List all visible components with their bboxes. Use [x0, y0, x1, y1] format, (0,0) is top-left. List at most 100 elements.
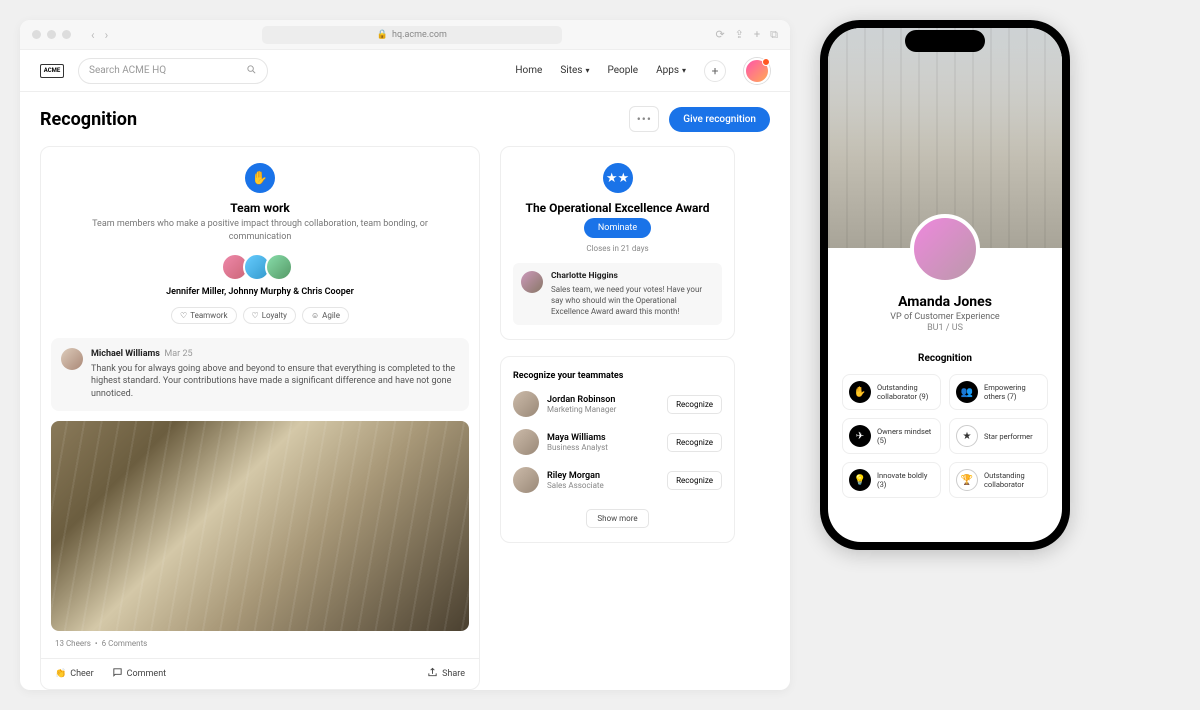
teamwork-badge-icon: ✋ — [245, 163, 275, 193]
profile-title: VP of Customer Experience — [842, 312, 1048, 322]
badge-item[interactable]: ✈Owners mindset (5) — [842, 418, 941, 454]
browser-window: ‹ › 🔒 hq.acme.com ⟳ ⇪ + ⧉ ACME Search AC… — [20, 20, 790, 690]
hand-icon: ✋ — [849, 381, 871, 403]
badge-item[interactable]: ✋Outstanding collaborator (9) — [842, 374, 941, 410]
minimize-light[interactable] — [47, 30, 56, 39]
forward-icon[interactable]: › — [105, 28, 109, 42]
more-button[interactable]: ••• — [629, 106, 659, 132]
cheers-count[interactable]: 13 Cheers — [55, 639, 91, 648]
nav-arrows: ‹ › — [91, 28, 108, 42]
chevron-down-icon: ▾ — [585, 66, 589, 75]
phone-screen: Amanda Jones VP of Customer Experience B… — [828, 28, 1062, 542]
quote-author[interactable]: Charlotte Higgins — [551, 271, 714, 283]
post-image[interactable] — [51, 421, 469, 631]
logo[interactable]: ACME — [40, 64, 64, 78]
page-body: Recognition ••• Give recognition ✋ Team … — [20, 92, 790, 690]
award-title: The Operational Excellence Award — [513, 201, 722, 215]
nav-sites[interactable]: Sites▾ — [560, 65, 589, 76]
give-recognition-button[interactable]: Give recognition — [669, 107, 770, 132]
commenter-name[interactable]: Michael Williams — [91, 349, 160, 359]
phone-mockup: Amanda Jones VP of Customer Experience B… — [820, 20, 1070, 550]
recognition-post-card: ✋ Team work Team members who make a posi… — [40, 146, 480, 690]
profile-meta: BU1 / US — [842, 323, 1048, 333]
recognize-button[interactable]: Recognize — [667, 395, 722, 414]
badge-item[interactable]: ★Star performer — [949, 418, 1048, 454]
recognize-button[interactable]: Recognize — [667, 433, 722, 452]
columns: ✋ Team work Team members who make a posi… — [40, 146, 770, 690]
share-button[interactable]: Share — [427, 667, 465, 681]
post-badge-desc: Team members who make a positive impact … — [61, 218, 459, 243]
quote-avatar[interactable] — [521, 271, 543, 293]
teammate-name[interactable]: Maya Williams — [547, 433, 659, 443]
smile-icon: ☺ — [311, 311, 319, 320]
teammate-name[interactable]: Jordan Robinson — [547, 395, 659, 405]
nominate-button[interactable]: Nominate — [584, 218, 651, 238]
teammate-row: Jordan Robinson Marketing Manager Recogn… — [513, 391, 722, 417]
profile-name: Amanda Jones — [842, 294, 1048, 310]
nav-home[interactable]: Home — [515, 65, 542, 76]
traffic-lights — [32, 30, 71, 39]
url-text: hq.acme.com — [392, 30, 447, 40]
chrome-controls: ⟳ ⇪ + ⧉ — [715, 28, 778, 42]
teammate-name[interactable]: Riley Morgan — [547, 471, 659, 481]
nav-people[interactable]: People — [607, 65, 638, 76]
comments-count[interactable]: 6 Comments — [102, 639, 148, 648]
profile-avatar[interactable] — [744, 58, 770, 84]
chevron-down-icon: ▾ — [682, 66, 686, 75]
search-placeholder: Search ACME HQ — [89, 65, 166, 76]
share-icon[interactable]: ⇪ — [735, 28, 744, 42]
page-title: Recognition — [40, 109, 629, 130]
cheer-icon: 👏 — [55, 669, 66, 679]
award-card: ★★ The Operational Excellence Award Nomi… — [500, 146, 735, 340]
phone-section-title: Recognition — [842, 353, 1048, 364]
close-light[interactable] — [32, 30, 41, 39]
search-icon — [246, 64, 257, 78]
comment-date: Mar 25 — [164, 349, 192, 359]
main-column: ✋ Team work Team members who make a posi… — [40, 146, 480, 690]
comment-button[interactable]: Comment — [112, 667, 166, 681]
badge-item[interactable]: 🏆Outstanding collaborator — [949, 462, 1048, 498]
commenter-avatar[interactable] — [61, 348, 83, 370]
back-icon[interactable]: ‹ — [91, 28, 95, 42]
heart-icon: ♡ — [252, 311, 259, 320]
add-button[interactable]: + — [704, 60, 726, 82]
comment-text: Thank you for always going above and bey… — [91, 364, 455, 399]
avatar[interactable] — [513, 467, 539, 493]
avatar[interactable] — [513, 391, 539, 417]
profile-avatar[interactable] — [910, 214, 980, 284]
tag-teamwork[interactable]: ♡Teamwork — [171, 307, 237, 324]
nav-apps[interactable]: Apps▾ — [656, 65, 686, 76]
phone-notch — [905, 30, 985, 52]
cheer-button[interactable]: 👏 Cheer — [55, 669, 94, 679]
notification-dot — [762, 58, 770, 66]
recognized-names: Jennifer Miller, Johnny Murphy & Chris C… — [41, 287, 479, 297]
badge-item[interactable]: 💡Innovate boldly (3) — [842, 462, 941, 498]
teammate-role: Marketing Manager — [547, 405, 659, 414]
badge-grid: ✋Outstanding collaborator (9) 👥Empowerin… — [842, 374, 1048, 498]
nav-menu: Home Sites▾ People Apps▾ + — [515, 58, 770, 84]
post-actions: 👏 Cheer Comment — [41, 658, 479, 689]
show-more-button[interactable]: Show more — [586, 509, 648, 528]
post-badge-title: Team work — [41, 201, 479, 215]
heart-icon: ♡ — [180, 311, 187, 320]
app-header: ACME Search ACME HQ Home Sites▾ People A… — [20, 50, 790, 92]
avatar[interactable] — [265, 253, 293, 281]
post-comment: Michael Williams Mar 25 Thank you for al… — [51, 338, 469, 410]
tags-row: ♡Teamwork ♡Loyalty ☺Agile — [41, 307, 479, 324]
maximize-light[interactable] — [62, 30, 71, 39]
search-input[interactable]: Search ACME HQ — [78, 58, 268, 84]
badge-item[interactable]: 👥Empowering others (7) — [949, 374, 1048, 410]
recognize-button[interactable]: Recognize — [667, 471, 722, 490]
share-icon — [427, 667, 438, 681]
tag-loyalty[interactable]: ♡Loyalty — [243, 307, 296, 324]
teammate-row: Maya Williams Business Analyst Recognize — [513, 429, 722, 455]
reload-icon[interactable]: ⟳ — [715, 28, 724, 42]
award-badge-icon: ★★ — [603, 163, 633, 193]
newtab-icon[interactable]: + — [754, 28, 760, 42]
people-icon: 👥 — [956, 381, 978, 403]
avatar[interactable] — [513, 429, 539, 455]
recognized-avatars — [41, 253, 479, 281]
url-bar[interactable]: 🔒 hq.acme.com — [262, 26, 562, 44]
tabs-icon[interactable]: ⧉ — [770, 28, 778, 42]
tag-agile[interactable]: ☺Agile — [302, 307, 349, 324]
